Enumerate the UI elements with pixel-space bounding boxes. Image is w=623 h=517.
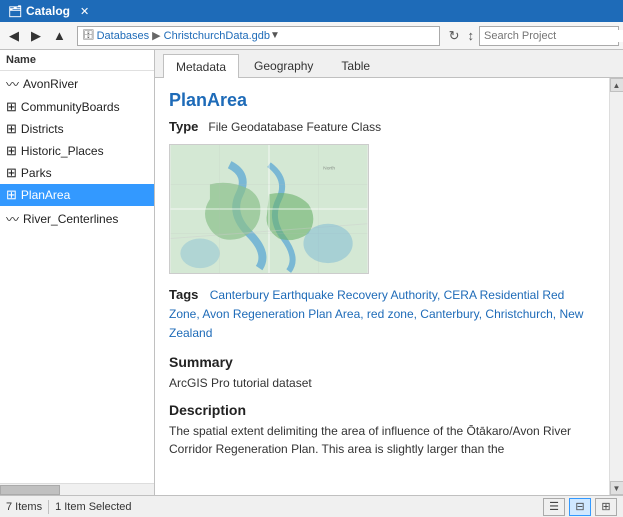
status-bar: 7 Items 1 Item Selected ☰⊟⊞ [0,495,623,517]
breadcrumb-databases[interactable]: Databases [97,30,150,42]
scroll-track [610,92,623,481]
sidebar-header: Name [0,50,154,71]
sort-button[interactable]: ↕ [465,26,478,45]
content-body: PlanArea Type File Geodatabase Feature C… [155,78,609,495]
tabs: MetadataGeographyTable [155,50,623,78]
tags-label: Tags [169,287,198,302]
item-icon-parks: ⊞ [6,165,17,181]
up-button[interactable]: ▲ [48,25,71,46]
type-label: Type [169,119,198,134]
sidebar-item-river-centerlines[interactable]: 〰 River_Centerlines [0,206,154,231]
sidebar-item-districts[interactable]: ⊞ Districts [0,118,154,140]
sidebar-items: 〰 AvonRiver ⊞ CommunityBoards ⊞ Districts ⊞ His… [0,71,154,483]
description-text: The spatial extent delimiting the area o… [169,422,595,458]
type-row: Type File Geodatabase Feature Class [169,119,595,134]
close-button[interactable]: ✕ [78,5,91,18]
content-area: MetadataGeographyTable PlanArea Type Fil… [155,50,623,495]
view-detail-button[interactable]: ⊟ [569,498,591,516]
view-tiles-button[interactable]: ⊞ [595,498,617,516]
title-text: Catalog [26,4,70,18]
view-buttons: ☰⊟⊞ [541,498,617,516]
tags-section: Tags Canterbury Earthquake Recovery Auth… [169,286,595,344]
sidebar-item-label-avon-river: AvonRiver [23,77,78,91]
catalog-icon: 🗂 [8,5,22,18]
main-layout: Name 〰 AvonRiver ⊞ CommunityBoards ⊞ District… [0,50,623,495]
toolbar: ◀ ▶ ▲ 🗄 Databases ▶ ChristchurchData.gdb… [0,22,623,50]
item-icon-historic-places: ⊞ [6,143,17,159]
items-count: 7 Items [6,501,42,513]
description-title: Description [169,402,595,418]
sidebar-item-label-river-centerlines: River_Centerlines [23,212,118,226]
scroll-down-button[interactable]: ▼ [610,481,623,495]
sidebar-scrollbar[interactable] [0,483,154,495]
tags-content: Canterbury Earthquake Recovery Authority… [169,288,583,340]
sidebar-item-label-districts: Districts [21,122,64,136]
tab-table[interactable]: Table [328,54,383,77]
tab-metadata[interactable]: Metadata [163,54,239,78]
item-icon-plan-area: ⊞ [6,187,17,203]
summary-section: Summary ArcGIS Pro tutorial dataset [169,354,595,392]
search-bar: 🔍 [479,26,619,46]
sidebar-item-label-historic-places: Historic_Places [21,144,104,158]
description-section: Description The spatial extent delimitin… [169,402,595,458]
forward-button[interactable]: ▶ [26,25,46,47]
type-value: File Geodatabase Feature Class [208,120,381,134]
item-icon-river-centerlines: 〰 [6,209,19,228]
selected-count: 1 Item Selected [55,501,131,513]
sidebar: Name 〰 AvonRiver ⊞ CommunityBoards ⊞ District… [0,50,155,495]
summary-text: ArcGIS Pro tutorial dataset [169,374,595,392]
content-title: PlanArea [169,90,595,111]
map-svg: North [170,145,368,273]
scroll-right: ▲ ▼ [609,78,623,495]
sidebar-item-label-community-boards: CommunityBoards [21,100,120,114]
tab-geography[interactable]: Geography [241,54,326,77]
path-dropdown-button[interactable]: ▼ [270,30,280,41]
sidebar-item-historic-places[interactable]: ⊞ Historic_Places [0,140,154,162]
database-icon: 🗄 [82,30,95,41]
item-icon-districts: ⊞ [6,121,17,137]
view-list-button[interactable]: ☰ [543,498,565,516]
sidebar-item-plan-area[interactable]: ⊞ PlanArea [0,184,154,206]
item-icon-community-boards: ⊞ [6,99,17,115]
sidebar-item-label-parks: Parks [21,166,52,180]
sidebar-item-label-plan-area: PlanArea [21,188,70,202]
title-bar: 🗂 Catalog ✕ [0,0,623,22]
summary-title: Summary [169,354,595,370]
status-divider [48,500,49,514]
item-icon-avon-river: 〰 [6,74,19,93]
refresh-button[interactable]: ↻ [446,26,463,46]
back-button[interactable]: ◀ [4,25,24,47]
sidebar-item-community-boards[interactable]: ⊞ CommunityBoards [0,96,154,118]
sidebar-item-parks[interactable]: ⊞ Parks [0,162,154,184]
scroll-up-button[interactable]: ▲ [610,78,623,92]
sidebar-scrollbar-thumb [0,485,60,495]
breadcrumb-gdb[interactable]: ChristchurchData.gdb [164,30,270,42]
sidebar-item-avon-river[interactable]: 〰 AvonRiver [0,71,154,96]
separator-1: ▶ [152,29,160,42]
map-thumbnail: North [169,144,369,274]
svg-text:North: North [323,166,335,172]
search-input[interactable] [484,30,623,42]
path-bar: 🗄 Databases ▶ ChristchurchData.gdb ▼ [77,26,440,46]
